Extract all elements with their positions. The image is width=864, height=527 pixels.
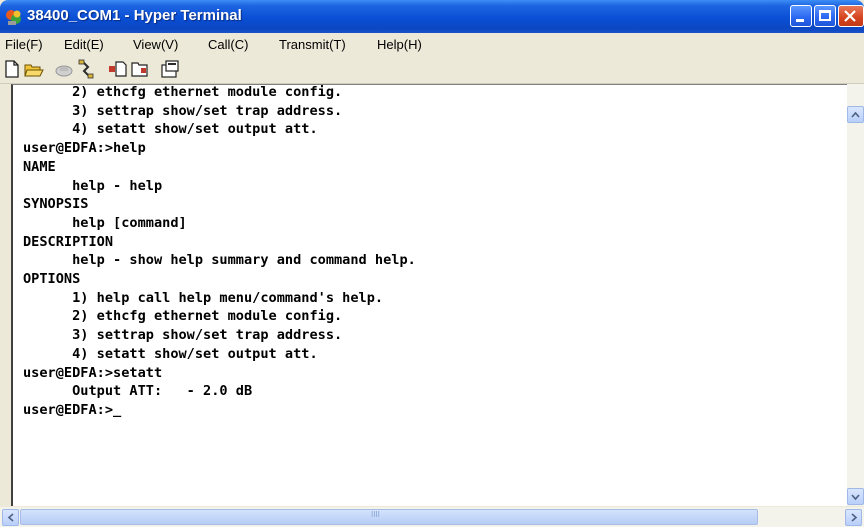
chevron-down-icon [851, 494, 860, 501]
terminal-line: user@EDFA:>help [23, 140, 146, 157]
close-button[interactable] [838, 5, 864, 27]
horizontal-scroll-thumb[interactable]: IIII [20, 509, 758, 525]
receive-file-icon[interactable] [130, 59, 150, 79]
terminal-line: 4) setatt show/set output att. [23, 345, 318, 362]
send-file-icon[interactable] [108, 59, 128, 79]
scroll-right-button[interactable] [845, 509, 862, 526]
disconnect-icon[interactable] [76, 59, 96, 79]
close-icon [844, 10, 856, 22]
menu-file[interactable]: File(F) [5, 37, 43, 52]
hyperterminal-app-icon[interactable] [5, 8, 23, 26]
scroll-left-button[interactable] [2, 509, 19, 526]
call-icon[interactable] [54, 59, 74, 79]
open-folder-icon[interactable] [24, 59, 44, 79]
terminal-line: 4) setatt show/set output att. [23, 121, 318, 138]
maximize-icon [819, 10, 831, 21]
terminal-line: DESCRIPTION [23, 233, 114, 250]
terminal-line: user@EDFA:>setatt [23, 364, 163, 381]
chevron-up-icon [851, 111, 860, 118]
menu-view[interactable]: View(V) [133, 37, 178, 52]
terminal-line: help - show help summary and command hel… [23, 252, 416, 269]
terminal-line: 2) ethcfg ethernet module config. [23, 84, 343, 100]
menu-transmit[interactable]: Transmit(T) [279, 37, 346, 52]
terminal-line: 3) settrap show/set trap address. [23, 327, 343, 344]
title-bar[interactable]: 38400_COM1 - Hyper Terminal [0, 0, 864, 33]
chevron-left-icon [7, 513, 14, 522]
terminal-line: OPTIONS [23, 271, 81, 288]
terminal-line: SYNOPSIS [23, 196, 89, 213]
window-title: 38400_COM1 - Hyper Terminal [27, 7, 242, 24]
new-document-icon[interactable] [2, 59, 22, 79]
terminal-line: Output ATT: - 2.0 dB [23, 383, 253, 400]
terminal-line: help [command] [23, 214, 187, 231]
minimize-icon [796, 19, 804, 22]
terminal-line: help - help [23, 177, 163, 194]
terminal-line: NAME [23, 158, 56, 175]
maximize-button[interactable] [814, 5, 836, 27]
menu-edit[interactable]: Edit(E) [64, 37, 104, 52]
properties-icon[interactable] [160, 59, 180, 79]
toolbar [0, 55, 864, 84]
scroll-thumb-grip: IIII [371, 510, 380, 519]
hyperterminal-window: 38400_COM1 - Hyper Terminal File(F) Edit… [0, 0, 864, 527]
menu-help[interactable]: Help(H) [377, 37, 422, 52]
scroll-up-button[interactable] [847, 106, 864, 123]
terminal-line: 1) help call help menu/command's help. [23, 289, 384, 306]
menu-bar: File(F) Edit(E) View(V) Call(C) Transmit… [0, 33, 864, 55]
minimize-button[interactable] [790, 5, 812, 27]
terminal-line: user@EDFA:>_ [23, 401, 122, 418]
menu-call[interactable]: Call(C) [208, 37, 248, 52]
terminal-output: 2) ethcfg ethernet module config. 3) set… [23, 83, 416, 420]
terminal-line: 2) ethcfg ethernet module config. [23, 308, 343, 325]
terminal-screen[interactable]: 2) ethcfg ethernet module config. 3) set… [11, 84, 847, 506]
scroll-down-button[interactable] [847, 488, 864, 505]
vertical-scrollbar[interactable] [847, 84, 864, 506]
horizontal-scrollbar[interactable]: IIII [0, 507, 864, 527]
terminal-line: 3) settrap show/set trap address. [23, 102, 343, 119]
chevron-right-icon [851, 513, 858, 522]
